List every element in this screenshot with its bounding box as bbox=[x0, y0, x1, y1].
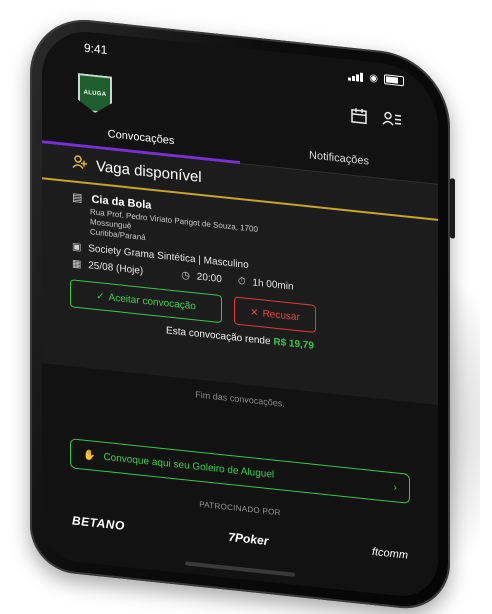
status-time: 9:41 bbox=[84, 40, 108, 58]
sponsor-betano-logo: BETANO bbox=[72, 513, 125, 533]
cta-label: Convoque aqui seu Goleiro de Aluguel bbox=[103, 451, 275, 481]
user-plus-icon bbox=[72, 153, 88, 175]
field-icon: ▣ bbox=[72, 241, 82, 254]
venue-icon: ▤ bbox=[72, 191, 83, 205]
phone-mockup: 9:41 ◉ ALUGA Convocações Notificações Va… bbox=[30, 14, 455, 614]
app-logo: ALUGA bbox=[78, 73, 112, 115]
convocation-card: Vaga disponível ▤ Cia da Bola Rua Prof. … bbox=[42, 143, 438, 405]
earnings-value: R$ 19,79 bbox=[273, 336, 314, 352]
battery-icon bbox=[384, 74, 404, 87]
glove-icon: ✋ bbox=[83, 449, 96, 462]
check-icon: ✓ bbox=[96, 290, 105, 303]
timer-icon: ⏱ bbox=[237, 275, 246, 288]
card-title: Vaga disponível bbox=[96, 157, 202, 186]
sponsor-7poker-logo: 7Poker bbox=[228, 529, 269, 549]
wifi-icon: ◉ bbox=[369, 72, 378, 85]
status-icons: ◉ bbox=[348, 70, 404, 87]
chevron-right-icon: › bbox=[393, 481, 397, 494]
calendar-icon[interactable] bbox=[350, 106, 368, 131]
side-button bbox=[450, 178, 455, 239]
x-icon: ✕ bbox=[250, 306, 259, 319]
signal-icon bbox=[348, 71, 364, 82]
sponsor-ftcomm-logo: ftcomm bbox=[371, 545, 408, 562]
app-screen: 9:41 ◉ ALUGA Convocações Notificações Va… bbox=[42, 27, 438, 600]
clock-icon: ◷ bbox=[181, 269, 190, 282]
calendar-small-icon: ▦ bbox=[72, 258, 82, 271]
profile-menu-icon[interactable] bbox=[382, 109, 402, 134]
